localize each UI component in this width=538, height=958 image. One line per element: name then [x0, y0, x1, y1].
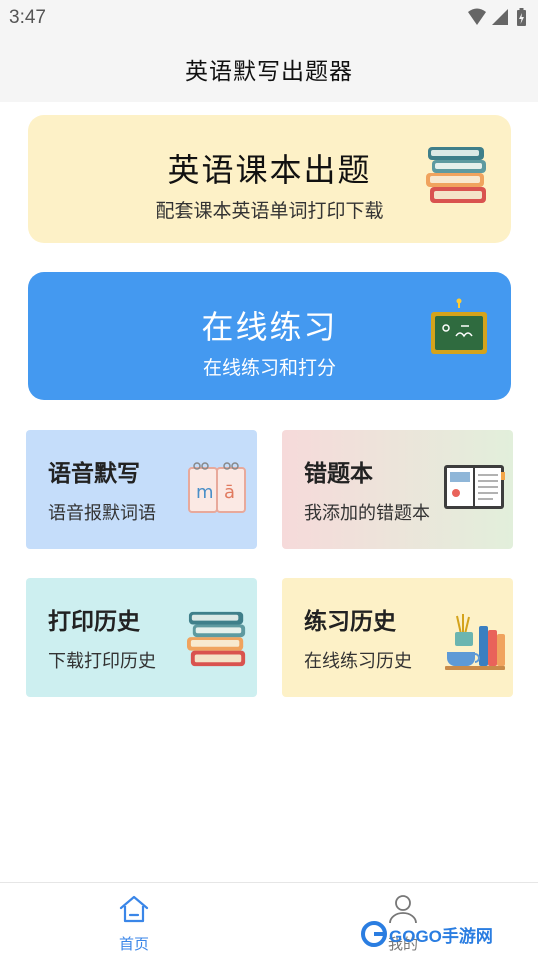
mistake-book-subtitle: 我添加的错题本 [304, 503, 430, 524]
battery-icon [517, 8, 526, 26]
nav-home-label: 首页 [118, 935, 149, 953]
svg-text:ā: ā [224, 482, 235, 503]
chalkboard-icon [431, 298, 487, 354]
books-stack-icon [426, 147, 486, 203]
signal-icon [492, 9, 508, 25]
practice-history-title: 练习历史 [304, 609, 396, 635]
mistake-book-title: 错题本 [304, 461, 373, 487]
practice-history-card[interactable]: 练习历史 在线练习历史 [282, 578, 513, 697]
voice-dictation-title: 语音默写 [48, 461, 140, 487]
pinyin-flipbook-icon: m ā [188, 462, 246, 513]
svg-text:m: m [196, 482, 214, 503]
watermark: GOGO手游网 [361, 919, 493, 949]
status-icons [466, 8, 530, 28]
practice-history-subtitle: 在线练习历史 [304, 651, 412, 672]
watermark-text: GOGO手游网 [389, 926, 493, 946]
online-practice-card[interactable]: 在线练习 在线练习和打分 [28, 272, 511, 400]
voice-dictation-subtitle: 语音报默词语 [48, 503, 156, 524]
app-header: 英语默写出题器 [0, 36, 538, 102]
watermark-logo-icon [361, 921, 387, 947]
study-desk-icon [445, 614, 505, 670]
home-icon [119, 895, 149, 923]
mistake-book-card[interactable]: 错题本 我添加的错题本 [282, 430, 513, 549]
status-bar: 3:47 [0, 0, 538, 36]
voice-dictation-card[interactable]: 语音默写 语音报默词语 m ā [26, 430, 257, 549]
print-history-subtitle: 下载打印历史 [48, 651, 156, 672]
wifi-icon [468, 8, 486, 25]
open-notebook-icon [444, 465, 505, 509]
status-time: 3:47 [9, 7, 46, 28]
print-history-card[interactable]: 打印历史 下载打印历史 [26, 578, 257, 697]
nav-item-home[interactable]: 首页 [74, 883, 194, 958]
page-title: 英语默写出题器 [185, 59, 353, 85]
textbook-quiz-card[interactable]: 英语课本出题 配套课本英语单词打印下载 [28, 115, 511, 243]
books-stack-icon [187, 611, 246, 667]
print-history-title: 打印历史 [48, 609, 140, 635]
